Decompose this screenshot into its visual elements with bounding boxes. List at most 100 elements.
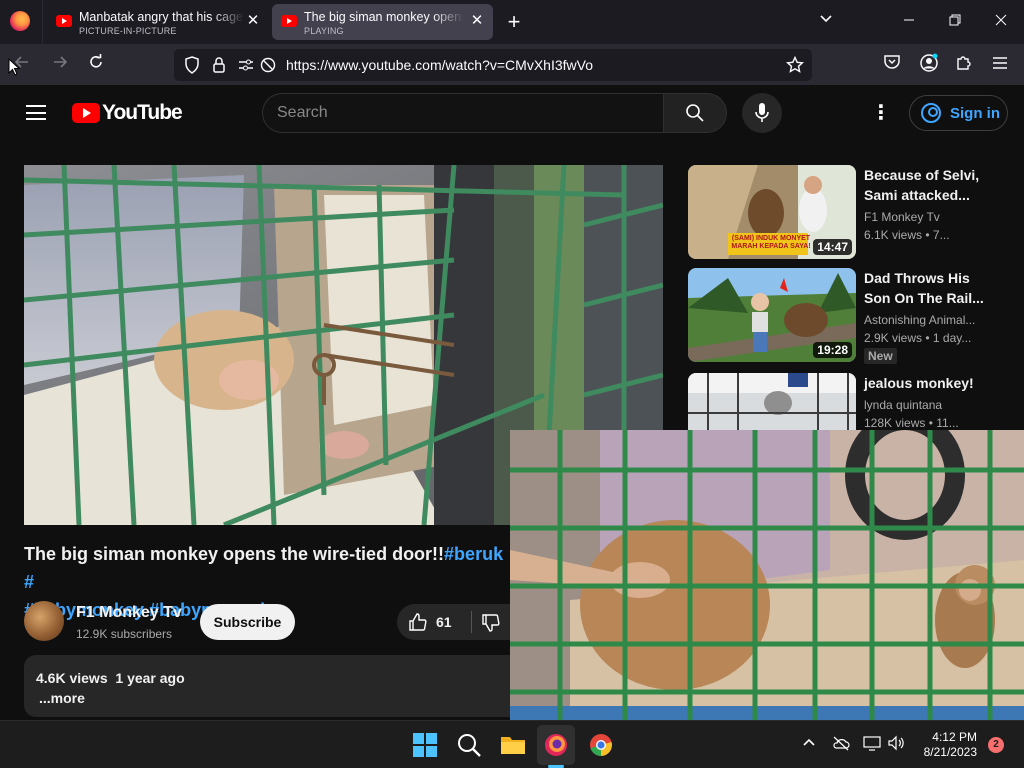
like-divider <box>471 611 472 633</box>
search-box[interactable] <box>262 93 663 133</box>
mouse-cursor-icon <box>8 57 21 81</box>
new-tab-button[interactable]: + <box>502 10 526 34</box>
restore-window-icon[interactable] <box>943 10 967 34</box>
close-window-icon[interactable] <box>989 10 1013 34</box>
thumbnail-caption: (SAMI) INDUK MONYET MARAH KEPADA SAYA! <box>731 235 811 250</box>
video-duration: 14:47 <box>813 239 852 255</box>
search-icon[interactable] <box>456 732 482 758</box>
hashtag-link[interactable]: #beruk <box>444 544 503 564</box>
firefox-logo-icon[interactable] <box>10 11 30 31</box>
chrome-icon[interactable] <box>588 732 614 758</box>
youtube-favicon-icon <box>56 15 72 27</box>
youtube-header: YouTube ⋮ Sign in <box>0 85 1024 141</box>
title-line-1: Because of Selvi, <box>864 167 980 183</box>
title-line-2: Sami attacked... <box>864 187 970 203</box>
recommendation-item[interactable]: 19:28 Dad Throws His Son On The Rail... A… <box>688 268 1008 364</box>
forward-button-icon[interactable] <box>48 53 72 77</box>
channel-avatar[interactable] <box>24 601 64 641</box>
file-explorer-icon[interactable] <box>500 732 526 758</box>
volume-speaker-icon[interactable] <box>887 735 905 756</box>
recommendation-channel[interactable]: Astonishing Animal... <box>864 313 982 327</box>
video-title-text: The big siman monkey opens the wire-tied… <box>24 544 445 564</box>
network-display-icon[interactable] <box>863 735 881 756</box>
recommendation-meta: 128K views • 11... <box>864 416 959 430</box>
tab-subtitle: PLAYING <box>304 26 344 36</box>
firefox-taskbar-icon[interactable] <box>543 732 569 758</box>
recommendation-channel[interactable]: lynda quintana <box>864 398 982 412</box>
microphone-icon <box>755 103 769 122</box>
subscribe-button[interactable]: Subscribe <box>200 604 295 640</box>
guide-menu-icon[interactable] <box>26 105 46 120</box>
clock-date: 8/21/2023 <box>923 745 977 759</box>
browser-nav-bar: https://www.youtube.com/watch?v=CMvXhI3f… <box>0 44 1024 85</box>
picture-in-picture-window[interactable] <box>510 430 1024 720</box>
list-all-tabs-icon[interactable] <box>814 10 838 34</box>
description-box[interactable]: 4.6K views 1 year ago ...more <box>24 655 519 717</box>
tab-title: The big siman monkey opens the <box>304 10 464 24</box>
tab-pip-video[interactable]: Manbatak angry that his cage is PICTURE-… <box>47 4 269 40</box>
channel-name[interactable]: F1 Monkey Tv <box>76 604 182 622</box>
tab-active-video[interactable]: The big siman monkey opens the PLAYING ✕ <box>272 4 493 40</box>
like-thumb-icon[interactable] <box>408 612 428 637</box>
show-hidden-icons-chevron-icon[interactable] <box>802 736 816 755</box>
sign-in-label: Sign in <box>950 105 1000 122</box>
recommendation-thumbnail[interactable]: 19:28 <box>688 268 856 362</box>
autoplay-blocked-icon[interactable] <box>260 57 276 78</box>
browser-tab-strip: Manbatak angry that his cage is PICTURE-… <box>0 0 1024 44</box>
dislike-thumb-icon[interactable] <box>481 613 501 638</box>
url-text[interactable]: https://www.youtube.com/watch?v=CMvXhI3f… <box>286 57 593 73</box>
title-line-1: Dad Throws His <box>864 270 970 286</box>
hashtag-link[interactable]: # <box>24 572 34 592</box>
tab-separator <box>42 0 43 44</box>
onedrive-cloud-icon[interactable] <box>832 735 850 756</box>
account-icon[interactable] <box>917 53 941 77</box>
system-clock[interactable]: 4:12 PM 8/21/2023 <box>915 730 977 760</box>
recommendation-thumbnail[interactable] <box>688 373 856 430</box>
youtube-favicon-icon <box>281 15 297 27</box>
title-line-2: Son On The Rail... <box>864 290 984 306</box>
recommendation-title[interactable]: jealous monkey! <box>864 373 1004 393</box>
lock-icon[interactable] <box>212 56 226 79</box>
sign-in-button[interactable]: Sign in <box>909 95 1008 131</box>
extensions-icon[interactable] <box>952 53 976 77</box>
recommendation-title[interactable]: Because of Selvi, Sami attacked... <box>864 165 984 205</box>
close-tab-icon[interactable]: ✕ <box>469 13 485 29</box>
recommendation-meta: 2.9K views • 1 day... <box>864 331 972 345</box>
recommendation-channel[interactable]: F1 Monkey Tv <box>864 210 982 224</box>
new-badge: New <box>864 348 897 364</box>
video-duration: 19:28 <box>813 342 852 358</box>
clock-time: 4:12 PM <box>932 730 977 744</box>
recommendation-item[interactable]: jealous monkey! lynda quintana 128K view… <box>688 373 1008 430</box>
address-bar[interactable]: https://www.youtube.com/watch?v=CMvXhI3f… <box>174 49 812 81</box>
close-tab-icon[interactable]: ✕ <box>245 13 261 29</box>
tab-title: Manbatak angry that his cage is <box>79 10 245 24</box>
youtube-logo-text[interactable]: YouTube <box>102 101 183 125</box>
search-input[interactable] <box>277 103 637 123</box>
permissions-icon[interactable] <box>238 57 254 78</box>
pocket-icon[interactable] <box>880 53 904 77</box>
search-button[interactable] <box>663 93 727 133</box>
windows-taskbar: 4:12 PM 8/21/2023 2 <box>0 720 1024 768</box>
reload-button-icon[interactable] <box>84 53 108 77</box>
minimize-window-icon[interactable] <box>897 10 921 34</box>
user-avatar-icon <box>921 103 941 123</box>
recommendation-title[interactable]: Dad Throws His Son On The Rail... <box>864 268 984 308</box>
recommendation-item[interactable]: (SAMI) INDUK MONYET MARAH KEPADA SAYA! 1… <box>688 165 1008 259</box>
tab-subtitle: PICTURE-IN-PICTURE <box>79 26 177 36</box>
voice-search-button[interactable] <box>742 93 782 133</box>
recommendation-thumbnail[interactable]: (SAMI) INDUK MONYET MARAH KEPADA SAYA! 1… <box>688 165 856 259</box>
subscriber-count: 12.9K subscribers <box>76 627 173 641</box>
show-more-link[interactable]: ...more <box>39 690 85 706</box>
menu-hamburger-icon[interactable] <box>988 53 1012 77</box>
pip-video-frame <box>510 430 1024 720</box>
thumbnail-image <box>688 373 856 430</box>
tracking-protection-shield-icon[interactable] <box>184 56 200 79</box>
youtube-logo-icon[interactable] <box>72 103 100 123</box>
upload-age: 1 year ago <box>115 670 185 686</box>
bookmark-star-icon[interactable] <box>785 55 805 79</box>
notification-badge[interactable]: 2 <box>988 737 1004 753</box>
search-icon <box>686 104 704 122</box>
windows-start-icon[interactable] <box>412 732 438 758</box>
like-count: 61 <box>436 614 452 630</box>
settings-more-icon[interactable]: ⋮ <box>870 102 892 124</box>
